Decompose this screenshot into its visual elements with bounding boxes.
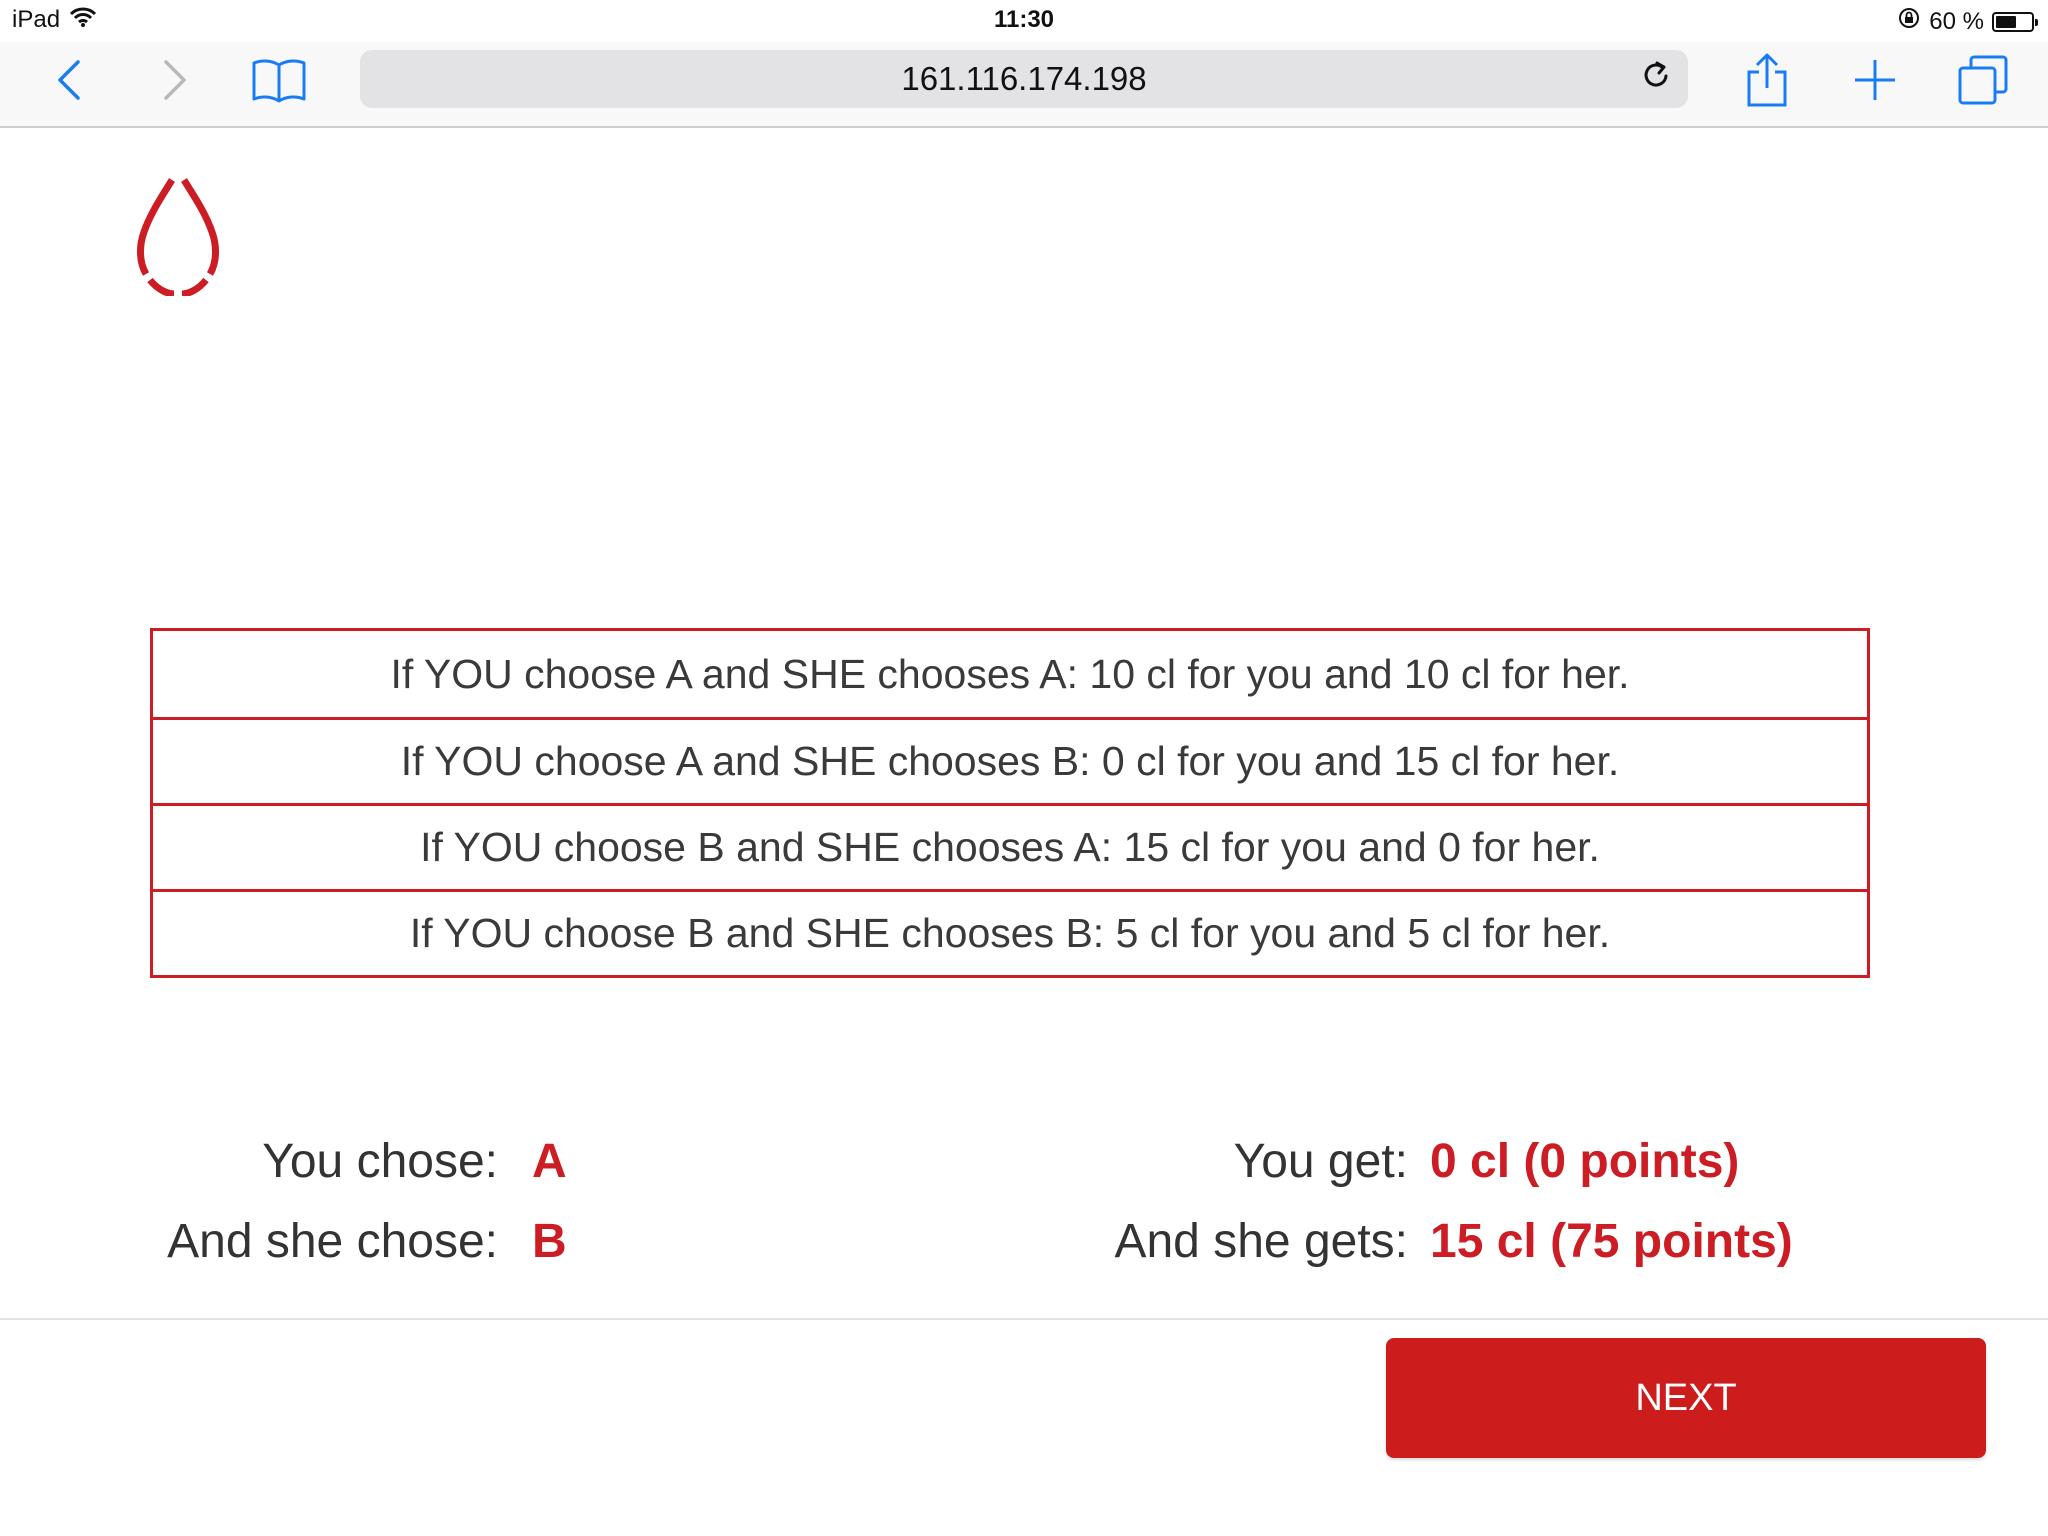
battery-icon bbox=[1992, 11, 2038, 32]
she-chose-row: And she chose: B bbox=[150, 1206, 567, 1276]
she-chose-label: And she chose: bbox=[167, 1214, 498, 1268]
chevron-right-icon bbox=[162, 58, 188, 107]
you-chose-row: You chose: A bbox=[150, 1126, 567, 1196]
she-chose-value: B bbox=[532, 1214, 567, 1268]
status-time: 11:30 bbox=[993, 6, 1055, 33]
she-gets-value: 15 cl (75 points) bbox=[1430, 1214, 1793, 1268]
url-text: 161.116.174.198 bbox=[901, 60, 1147, 97]
back-button[interactable] bbox=[34, 50, 104, 114]
you-chose-label: You chose: bbox=[262, 1134, 498, 1188]
payoff-row-aa: If YOU choose A and SHE chooses A: 10 cl… bbox=[390, 650, 1630, 697]
logo bbox=[136, 170, 220, 298]
rotation-lock-icon bbox=[1897, 6, 1921, 37]
you-get-value: 0 cl (0 points) bbox=[1430, 1134, 1740, 1188]
chevron-left-icon bbox=[56, 58, 82, 107]
you-chose-value: A bbox=[532, 1134, 567, 1188]
address-bar[interactable]: 161.116.174.198 bbox=[360, 50, 1688, 108]
you-get-label: You get: bbox=[1233, 1134, 1408, 1188]
tabs-button[interactable] bbox=[1948, 50, 2018, 114]
blood-drop-icon bbox=[136, 178, 220, 300]
payoff-table: If YOU choose A and SHE chooses A: 10 cl… bbox=[150, 628, 1870, 978]
reload-button[interactable] bbox=[1636, 59, 1676, 99]
payoff-row-ab: If YOU choose A and SHE chooses B: 0 cl … bbox=[153, 717, 1867, 803]
book-icon bbox=[251, 57, 307, 108]
forward-button[interactable] bbox=[140, 50, 210, 114]
divider bbox=[0, 1318, 2048, 1320]
payoff-row-ba: If YOU choose B and SHE chooses A: 15 cl… bbox=[153, 803, 1867, 889]
new-tab-button[interactable] bbox=[1840, 50, 1910, 114]
status-bar: iPad 11:30 60 % bbox=[0, 0, 2048, 42]
next-button[interactable]: NEXT bbox=[1386, 1338, 1986, 1458]
you-get-row: You get: 0 cl (0 points) bbox=[1000, 1126, 1740, 1196]
status-right: 60 % bbox=[1897, 6, 2038, 37]
battery-percent: 60 % bbox=[1929, 7, 1984, 35]
reload-icon bbox=[1640, 59, 1672, 99]
share-button[interactable] bbox=[1732, 50, 1802, 114]
payoff-row-bb: If YOU choose B and SHE chooses B: 5 cl … bbox=[153, 889, 1867, 975]
battery-level bbox=[1996, 15, 2017, 28]
she-gets-row: And she gets: 15 cl (75 points) bbox=[1000, 1206, 1793, 1276]
bookmarks-button[interactable] bbox=[244, 50, 314, 114]
she-gets-label: And she gets: bbox=[1114, 1214, 1408, 1268]
plus-icon bbox=[1853, 58, 1897, 107]
browser-toolbar: 161.116.174.198 bbox=[0, 42, 2048, 128]
tabs-icon bbox=[1957, 54, 2009, 111]
share-icon bbox=[1745, 52, 1789, 113]
